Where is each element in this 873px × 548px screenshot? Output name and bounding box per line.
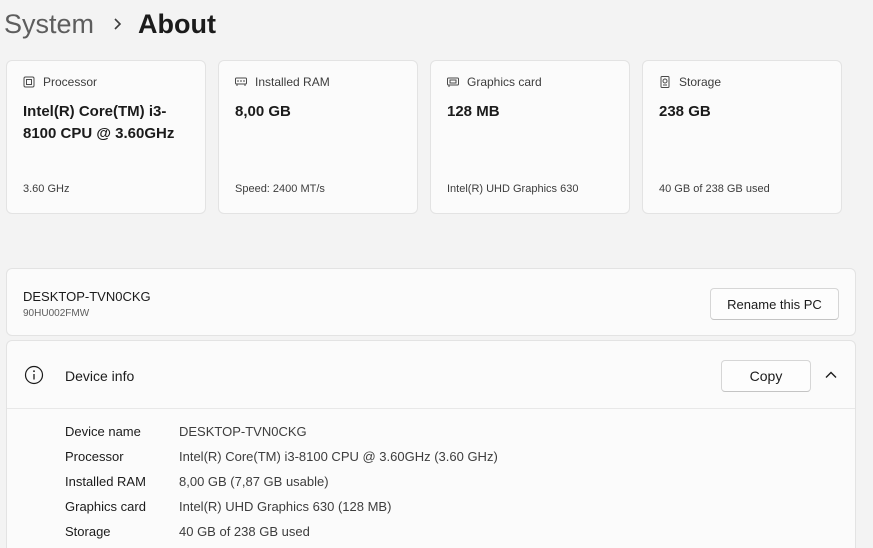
row-value: Intel(R) Core(TM) i3-8100 CPU @ 3.60GHz … — [179, 449, 498, 464]
spec-value: 238 GB — [659, 103, 711, 120]
device-info-row: Storage 40 GB of 238 GB used — [65, 519, 498, 544]
pc-model: 90HU002FMW — [23, 308, 90, 319]
row-label: Installed RAM — [65, 474, 146, 489]
device-info-list: Device name DESKTOP-TVN0CKG Processor In… — [65, 419, 498, 544]
pc-name: DESKTOP-TVN0CKG — [23, 289, 151, 304]
ram-icon — [235, 77, 247, 86]
breadcrumb-system[interactable]: System — [4, 9, 94, 40]
rename-pc-button[interactable]: Rename this PC — [710, 288, 839, 320]
spec-value: 8,00 GB — [235, 103, 291, 120]
spec-value: Intel(R) Core(TM) i3-8100 CPU @ 3.60GHz — [23, 103, 175, 142]
page-title: About — [138, 8, 216, 39]
row-value: 40 GB of 238 GB used — [179, 524, 310, 539]
spec-label: Storage — [679, 75, 722, 89]
device-info-panel: Device info Copy Device name DESKTOP-TVN… — [6, 340, 856, 548]
spec-subtext: 40 GB of 238 GB used — [659, 183, 770, 195]
storage-icon — [660, 76, 670, 88]
spec-card-graphics: Graphics card 128 MB Intel(R) UHD Graphi… — [430, 60, 630, 214]
breadcrumb: System About — [4, 6, 216, 42]
row-label: Storage — [65, 524, 111, 539]
device-info-row: Processor Intel(R) Core(TM) i3-8100 CPU … — [65, 444, 498, 469]
device-info-row: Device name DESKTOP-TVN0CKG — [65, 419, 498, 444]
row-label: Graphics card — [65, 499, 146, 514]
row-value: Intel(R) UHD Graphics 630 (128 MB) — [179, 499, 392, 514]
copy-button[interactable]: Copy — [721, 360, 811, 392]
spec-subtext: 3.60 GHz — [23, 183, 70, 195]
spec-card-processor: Processor Intel(R) Core(TM) i3-8100 CPU … — [6, 60, 206, 214]
spec-value: 128 MB — [447, 103, 500, 120]
row-value: 8,00 GB (7,87 GB usable) — [179, 474, 329, 489]
row-label: Processor — [65, 449, 124, 464]
spec-card-storage: Storage 238 GB 40 GB of 238 GB used — [642, 60, 842, 214]
device-info-row: Graphics card Intel(R) UHD Graphics 630 … — [65, 494, 498, 519]
pc-name-panel: DESKTOP-TVN0CKG 90HU002FMW Rename this P… — [6, 268, 856, 336]
info-icon — [24, 365, 44, 385]
chevron-up-icon[interactable] — [824, 369, 838, 381]
device-info-title: Device info — [65, 368, 135, 384]
row-label: Device name — [65, 424, 141, 439]
device-info-row: Installed RAM 8,00 GB (7,87 GB usable) — [65, 469, 498, 494]
spec-card-ram: Installed RAM 8,00 GB Speed: 2400 MT/s — [218, 60, 418, 214]
row-value: DESKTOP-TVN0CKG — [179, 424, 307, 439]
spec-label: Graphics card — [467, 75, 542, 89]
spec-subtext: Intel(R) UHD Graphics 630 — [447, 183, 579, 195]
graphics-card-icon — [447, 77, 459, 87]
processor-icon — [23, 76, 35, 88]
chevron-right-icon — [114, 18, 122, 30]
device-info-header[interactable]: Device info Copy — [7, 341, 855, 409]
spec-label: Processor — [43, 75, 98, 89]
spec-subtext: Speed: 2400 MT/s — [235, 183, 325, 195]
spec-label: Installed RAM — [255, 75, 330, 89]
